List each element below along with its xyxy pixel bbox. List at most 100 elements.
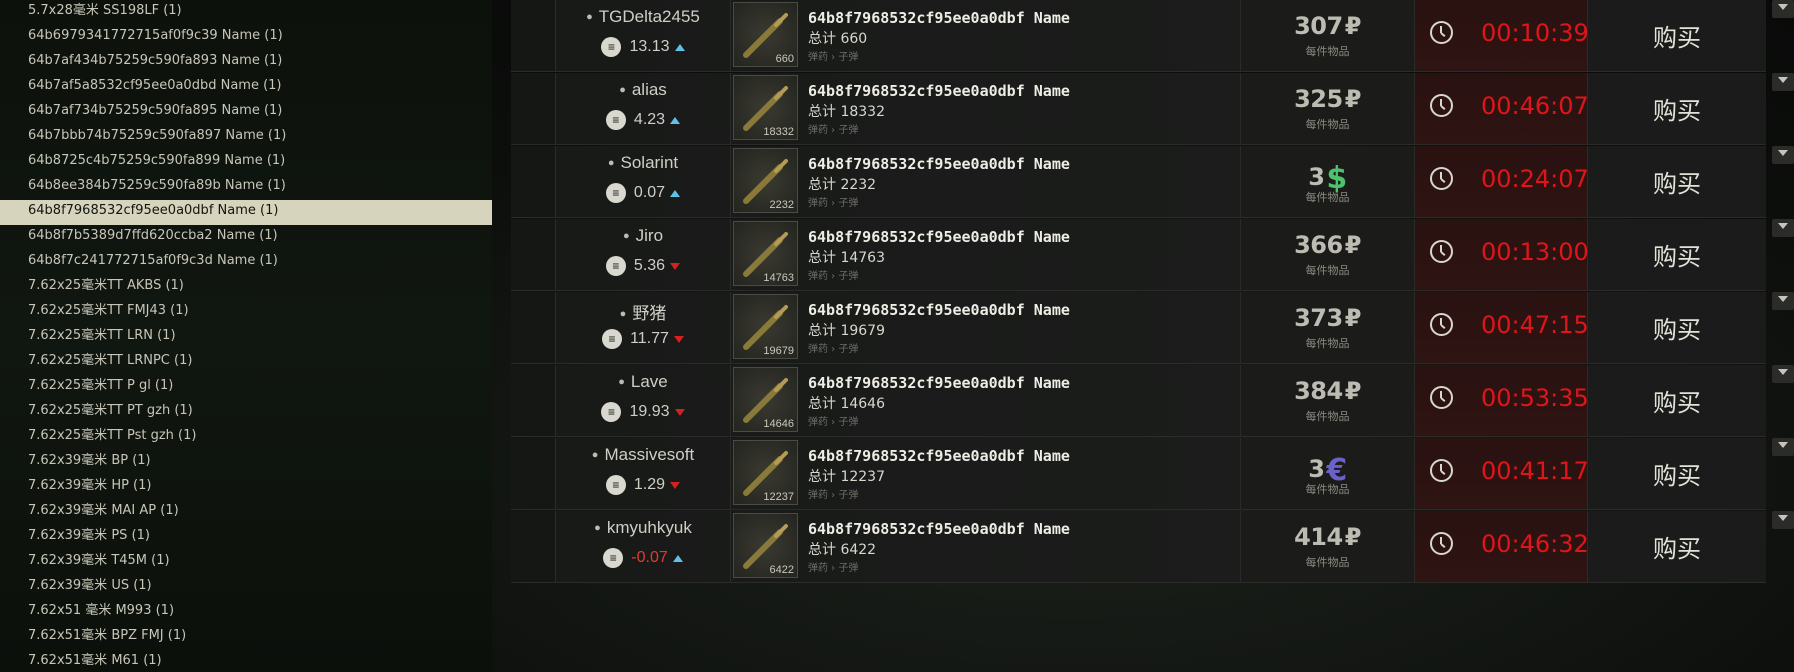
sidebar-item-selected[interactable]: 64b8f7968532cf95ee0a0dbf Name (1) (0, 200, 492, 225)
sidebar-item[interactable]: 7.62x39毫米 MAI AP (1) (0, 500, 492, 525)
buy-cell: 购买 (1588, 73, 1794, 144)
clock-icon (1430, 94, 1453, 117)
item-name[interactable]: 64b8f7968532cf95ee0a0dbf Name (808, 9, 1070, 27)
item-thumbnail[interactable]: 14646 (733, 367, 798, 432)
offer-row: ● alias ≡ 4.23 18332 64b8f7968532cf95ee0a0… (511, 73, 1794, 145)
sidebar-item[interactable]: 7.62x25毫米TT AKBS (1) (0, 275, 492, 300)
sidebar-item[interactable]: 64b8f7c241772715af0f9c3d Name (1) (0, 250, 492, 275)
offer-row: ● Solarint ≡ 0.07 2232 64b8f7968532cf95ee0… (511, 146, 1794, 218)
expand-button[interactable] (1772, 73, 1794, 91)
clock-icon (1430, 240, 1453, 263)
item-name[interactable]: 64b8f7968532cf95ee0a0dbf Name (808, 82, 1070, 100)
sidebar-item[interactable]: 64b7af434b75259c590fa893 Name (1) (0, 50, 492, 75)
buy-button[interactable]: 购买 (1588, 529, 1766, 564)
expand-button[interactable] (1772, 438, 1794, 456)
person-icon: ● (607, 157, 615, 169)
sidebar-item[interactable]: 7.62x39毫米 T45M (1) (0, 550, 492, 575)
price-cell: 3€ 每件物品 (1241, 438, 1415, 509)
item-name[interactable]: 64b8f7968532cf95ee0a0dbf Name (808, 447, 1070, 465)
sidebar-item[interactable]: 64b7bbb74b75259c590fa897 Name (1) (0, 125, 492, 150)
seller-cell: ● TGDelta2455 ≡ 13.13 (556, 0, 731, 71)
item-thumbnail[interactable]: 19679 (733, 294, 798, 359)
price-value: 3 (1308, 455, 1325, 483)
expand-button[interactable] (1772, 0, 1794, 18)
offer-row: ● Lave ≡ 19.93 14646 64b8f7968532cf95ee0a0… (511, 365, 1794, 437)
price-cell: 325₽ 每件物品 (1241, 73, 1415, 144)
sidebar-item[interactable]: 7.62x51毫米 M61 (1) (0, 650, 492, 672)
item-thumbnail[interactable]: 660 (733, 2, 798, 67)
sidebar-item[interactable]: 7.62x39毫米 HP (1) (0, 475, 492, 500)
buy-cell: 购买 (1588, 292, 1794, 363)
row-spacer (511, 511, 556, 582)
expand-button[interactable] (1772, 292, 1794, 310)
item-thumbnail[interactable]: 12237 (733, 440, 798, 505)
seller-name[interactable]: ● Lave (556, 372, 730, 392)
sidebar-item[interactable]: 7.62x25毫米TT LRN (1) (0, 325, 492, 350)
timer-cell: 00:47:15 (1415, 292, 1589, 363)
buy-button[interactable]: 购买 (1588, 237, 1766, 272)
expand-button[interactable] (1772, 365, 1794, 383)
sidebar-item[interactable]: 64b8ee384b75259c590fa89b Name (1) (0, 175, 492, 200)
sidebar-item[interactable]: 7.62x25毫米TT FMJ43 (1) (0, 300, 492, 325)
buy-button[interactable]: 购买 (1588, 91, 1766, 126)
seller-name[interactable]: ● TGDelta2455 (556, 7, 730, 27)
item-thumbnail[interactable]: 6422 (733, 513, 798, 578)
sidebar-item[interactable]: 64b7af734b75259c590fa895 Name (1) (0, 100, 492, 125)
item-name[interactable]: 64b8f7968532cf95ee0a0dbf Name (808, 228, 1070, 246)
expiry-timer: 00:41:17 (1481, 457, 1589, 485)
expiry-timer: 00:46:07 (1481, 92, 1589, 120)
sidebar-item[interactable]: 7.62x25毫米TT P gl (1) (0, 375, 492, 400)
expiry-timer: 00:46:32 (1481, 530, 1589, 558)
seller-cell: ● Solarint ≡ 0.07 (556, 146, 731, 217)
seller-name[interactable]: ● alias (556, 80, 730, 100)
sidebar-item[interactable]: 64b8f7b5389d7ffd620ccba2 Name (1) (0, 225, 492, 250)
sidebar-item[interactable]: 7.62x25毫米TT PT gzh (1) (0, 400, 492, 425)
seller-name[interactable]: ● Solarint (556, 153, 730, 173)
buy-button[interactable]: 购买 (1588, 383, 1766, 418)
item-name[interactable]: 64b8f7968532cf95ee0a0dbf Name (808, 520, 1070, 538)
sidebar-item[interactable]: 64b8725c4b75259c590fa899 Name (1) (0, 150, 492, 175)
rating-value: 13.13 (629, 38, 670, 56)
sidebar-item[interactable]: 7.62x39毫米 PS (1) (0, 525, 492, 550)
sidebar-item[interactable]: 7.62x51毫米 BPZ FMJ (1) (0, 625, 492, 650)
buy-button[interactable]: 购买 (1588, 456, 1766, 491)
sidebar-item[interactable]: 7.62x25毫米TT LRNPC (1) (0, 350, 492, 375)
seller-name[interactable]: ● Jiro (556, 226, 730, 246)
clock-icon (1430, 532, 1453, 555)
sidebar-item[interactable]: 5.7x28毫米 SS198LF (1) (0, 0, 492, 25)
expand-button[interactable] (1772, 146, 1794, 164)
sidebar-item[interactable]: 7.62x39毫米 US (1) (0, 575, 492, 600)
expiry-timer: 00:10:39 (1481, 19, 1589, 47)
item-name[interactable]: 64b8f7968532cf95ee0a0dbf Name (808, 155, 1070, 173)
buy-button[interactable]: 购买 (1588, 18, 1766, 53)
sidebar-item[interactable]: 7.62x39毫米 BP (1) (0, 450, 492, 475)
rating-value: 5.36 (633, 257, 666, 275)
seller-name-text: Jiro (635, 226, 664, 245)
item-count: 2232 (769, 199, 794, 211)
rating-value: 0.07 (633, 184, 666, 202)
sidebar-item[interactable]: 7.62x25毫米TT Pst gzh (1) (0, 425, 492, 450)
seller-name[interactable]: ● 野猪 (556, 299, 730, 324)
expand-button[interactable] (1772, 511, 1794, 529)
item-name[interactable]: 64b8f7968532cf95ee0a0dbf Name (808, 301, 1070, 319)
item-thumbnail[interactable]: 14763 (733, 221, 798, 286)
seller-name[interactable]: ● Massivesoft (556, 445, 730, 465)
item-cell: 14763 64b8f7968532cf95ee0a0dbf Name 总计 1… (731, 219, 1241, 290)
buy-button[interactable]: 购买 (1588, 310, 1766, 345)
sidebar-item[interactable]: 64b7af5a8532cf95ee0a0dbd Name (1) (0, 75, 492, 100)
price: 414₽ (1241, 523, 1414, 551)
buy-cell: 购买 (1588, 365, 1794, 436)
seller-name-text: Solarint (620, 153, 679, 172)
seller-name-text: Massivesoft (604, 445, 695, 464)
seller-name[interactable]: ● kmyuhkyuk (556, 518, 730, 538)
sidebar-item[interactable]: 7.62x51 毫米 M993 (1) (0, 600, 492, 625)
expand-button[interactable] (1772, 219, 1794, 237)
sidebar-item[interactable]: 64b6979341772715af0f9c39 Name (1) (0, 25, 492, 50)
buy-button[interactable]: 购买 (1588, 164, 1766, 199)
item-thumbnail[interactable]: 18332 (733, 75, 798, 140)
item-thumbnail[interactable]: 2232 (733, 148, 798, 213)
item-name[interactable]: 64b8f7968532cf95ee0a0dbf Name (808, 374, 1070, 392)
price-value: 366 (1294, 231, 1343, 259)
chevron-down-icon (1778, 369, 1788, 375)
item-total: 总计 18332 (808, 104, 885, 120)
